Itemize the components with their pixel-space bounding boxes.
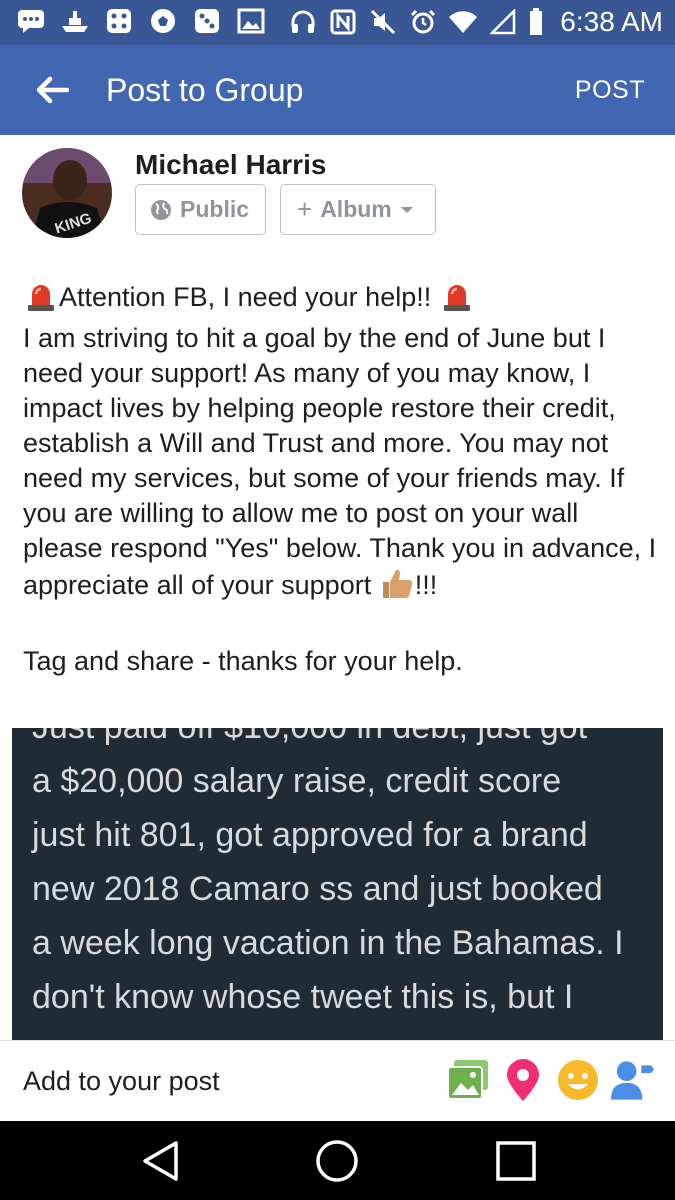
back-button[interactable] xyxy=(30,70,74,110)
post-text[interactable]: Attention FB, I need your help!! I am st… xyxy=(23,280,663,679)
add-to-post-bar[interactable]: Add to your post xyxy=(0,1040,675,1121)
soccer-ball-icon xyxy=(148,6,178,36)
privacy-label: Public xyxy=(180,196,250,222)
headphones-icon xyxy=(288,7,318,37)
globe-icon xyxy=(151,199,171,220)
back-triangle-icon xyxy=(143,1141,178,1181)
add-to-post-label: Add to your post xyxy=(23,1066,220,1096)
image-text-line: just hit 801, got approved for a brand xyxy=(32,816,588,854)
image-text-line: a $20,000 salary raise, credit score xyxy=(32,762,562,800)
back-arrow-icon xyxy=(36,76,69,104)
post-line-first: Attention FB, I need your help!! xyxy=(23,280,663,321)
plus-icon: + xyxy=(297,194,313,224)
system-status-icons: 6:38 AM xyxy=(288,4,663,40)
album-selector[interactable]: + Album xyxy=(280,184,436,235)
album-label: Album xyxy=(320,196,392,222)
user-name[interactable]: Michael Harris xyxy=(135,148,326,182)
image-text-line: a week long vacation in the Bahamas. I xyxy=(32,924,624,962)
image-text-line: don't know whose tweet this is, but I xyxy=(32,978,574,1016)
add-to-post-icons xyxy=(445,1057,655,1103)
home-circle-icon xyxy=(316,1140,358,1182)
app-bar: Post to Group POST xyxy=(0,45,675,135)
location-icon[interactable] xyxy=(500,1057,545,1103)
siren-emoji-icon xyxy=(23,280,59,321)
status-bar: 6:38 AM xyxy=(0,0,675,45)
post-attention-text: Attention FB, I need your help!! xyxy=(59,282,439,312)
clock-time: 6:38 AM xyxy=(560,6,663,37)
image-icon xyxy=(236,6,266,36)
wifi-icon xyxy=(448,7,478,37)
dice-icon xyxy=(192,6,222,36)
page-title: Post to Group xyxy=(106,72,304,108)
avatar[interactable]: KING xyxy=(22,148,112,238)
nfc-icon xyxy=(328,7,358,37)
dice-icon xyxy=(104,6,134,36)
mute-icon xyxy=(368,7,398,37)
feeling-icon[interactable] xyxy=(555,1057,600,1103)
ship-icon xyxy=(60,6,90,36)
message-icon xyxy=(16,6,46,36)
privacy-selector[interactable]: Public xyxy=(135,184,266,235)
image-text-line: Just paid off $10,000 in debt, just got xyxy=(32,728,662,754)
siren-emoji-icon xyxy=(439,280,475,321)
image-text-block: Just paid off $10,000 in debt, just got … xyxy=(32,728,662,1024)
battery-icon xyxy=(528,7,544,37)
image-text-line: new 2018 Camaro ss and just booked xyxy=(32,870,603,908)
navigation-bar xyxy=(0,1121,675,1200)
post-body-end: !!! xyxy=(414,570,438,600)
nav-home-button[interactable] xyxy=(315,1139,359,1183)
alarm-icon xyxy=(408,7,438,37)
post-button[interactable]: POST xyxy=(575,73,645,107)
nav-back-button[interactable] xyxy=(138,1139,182,1183)
nav-recents-button[interactable] xyxy=(494,1139,538,1183)
recents-square-icon xyxy=(496,1141,536,1181)
post-body: I am striving to hit a goal by the end o… xyxy=(23,321,663,609)
thumbs-up-emoji-icon xyxy=(379,566,415,609)
post-footer: Tag and share - thanks for your help. xyxy=(23,646,463,676)
signal-icon xyxy=(488,7,518,37)
attached-image[interactable]: Just paid off $10,000 in debt, just got … xyxy=(12,728,663,1040)
tag-people-icon[interactable] xyxy=(610,1057,655,1103)
post-spacer xyxy=(23,609,663,644)
chevron-down-icon xyxy=(400,206,413,213)
notification-icons xyxy=(16,6,266,36)
photo-icon[interactable] xyxy=(445,1057,490,1103)
post-body-text: I am striving to hit a goal by the end o… xyxy=(23,323,657,600)
